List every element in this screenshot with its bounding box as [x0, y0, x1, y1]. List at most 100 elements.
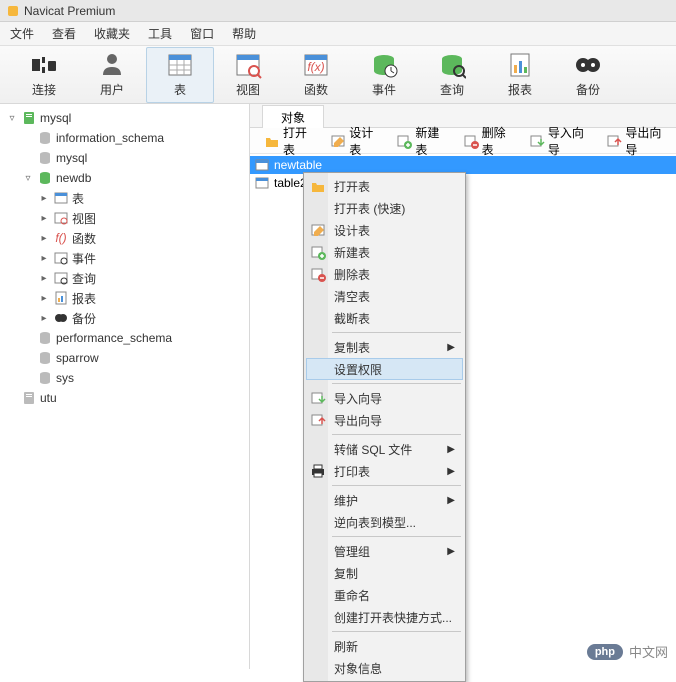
context-menu-item[interactable]: 重命名: [306, 584, 463, 606]
expand-toggle[interactable]: ▿: [22, 173, 34, 184]
toolbar-event-button[interactable]: 事件: [350, 47, 418, 103]
context-menu-item[interactable]: 导出向导: [306, 409, 463, 431]
toolbar-user-button[interactable]: 用户: [78, 47, 146, 103]
table-icon: [254, 157, 270, 173]
context-menu-item[interactable]: 创建打开表快捷方式...: [306, 606, 463, 628]
context-menu-item[interactable]: 打开表 (快速): [306, 197, 463, 219]
tree-node[interactable]: ▸f()函数: [0, 228, 249, 248]
toolbar-label: 表: [174, 81, 186, 98]
svg-text:f(x): f(x): [307, 60, 324, 74]
context-menu-item[interactable]: 清空表: [306, 285, 463, 307]
db-icon: [37, 370, 53, 386]
context-menu-item[interactable]: 新建表: [306, 241, 463, 263]
menu-item-label: 打开表 (快速): [334, 200, 405, 217]
menu-item[interactable]: 帮助: [232, 25, 256, 42]
toolbar-label: 备份: [576, 81, 600, 98]
toolbar-plug-button[interactable]: 连接: [10, 47, 78, 103]
new-icon: [396, 133, 412, 149]
fx-icon: f(x): [302, 51, 330, 79]
context-menu-item[interactable]: 设置权限: [306, 358, 463, 380]
context-menu-item[interactable]: 复制: [306, 562, 463, 584]
toolbar-view-button[interactable]: 视图: [214, 47, 282, 103]
menu-separator: [332, 383, 461, 384]
tree-node[interactable]: ▿newdb: [0, 168, 249, 188]
context-menu-item[interactable]: 导入向导: [306, 387, 463, 409]
menu-item-label: 刷新: [334, 638, 358, 655]
tree-label: 查询: [72, 270, 96, 287]
open-icon: [264, 133, 280, 149]
tree-label: 事件: [72, 250, 96, 267]
new-icon: [310, 244, 326, 260]
toolbar-label: 查询: [440, 81, 464, 98]
context-menu-item[interactable]: 打印表▶: [306, 460, 463, 482]
watermark-logo: php: [587, 644, 623, 660]
tree-node[interactable]: ▸ 事件: [0, 248, 249, 268]
menu-item[interactable]: 工具: [148, 25, 172, 42]
tree-node[interactable]: information_schema: [0, 128, 249, 148]
toolbar-label: 连接: [32, 81, 56, 98]
tree-node[interactable]: ▸ 查询: [0, 268, 249, 288]
context-menu-item[interactable]: 管理组▶: [306, 540, 463, 562]
tree-node[interactable]: ▸表: [0, 188, 249, 208]
tree-label: utu: [40, 391, 57, 405]
expand-toggle[interactable]: ▸: [38, 273, 50, 284]
menu-item[interactable]: 收藏夹: [94, 25, 130, 42]
context-menu-item[interactable]: 设计表: [306, 219, 463, 241]
server-off-icon: [21, 390, 37, 406]
toolbar-backup-button[interactable]: 备份: [554, 47, 622, 103]
toolbar-report-button[interactable]: 报表: [486, 47, 554, 103]
expand-toggle[interactable]: ▸: [38, 293, 50, 304]
query-icon: [438, 51, 466, 79]
expand-toggle[interactable]: ▿: [6, 113, 18, 124]
tree-node[interactable]: sys: [0, 368, 249, 388]
tree-node[interactable]: sparrow: [0, 348, 249, 368]
tree-node[interactable]: performance_schema: [0, 328, 249, 348]
tree-node[interactable]: mysql: [0, 148, 249, 168]
tree-label: 表: [72, 190, 84, 207]
tree-node[interactable]: utu: [0, 388, 249, 408]
menu-item-label: 管理组: [334, 543, 370, 560]
menu-item[interactable]: 文件: [10, 25, 34, 42]
tree-node[interactable]: ▸视图: [0, 208, 249, 228]
action-label: 设计表: [349, 124, 382, 158]
tree-label: 函数: [72, 230, 96, 247]
menu-item[interactable]: 查看: [52, 25, 76, 42]
expand-toggle[interactable]: ▸: [38, 313, 50, 324]
db-open-icon: [37, 170, 53, 186]
context-menu: 打开表打开表 (快速) 设计表新建表删除表清空表截断表复制表▶设置权限导入向导导出…: [303, 172, 466, 682]
tree-label: sys: [56, 371, 74, 385]
action-label: 导入向导: [548, 124, 593, 158]
context-menu-item[interactable]: 复制表▶: [306, 336, 463, 358]
db-icon: [37, 350, 53, 366]
toolbar-table-button[interactable]: 表: [146, 47, 214, 103]
toolbar-query-button[interactable]: 查询: [418, 47, 486, 103]
context-menu-item[interactable]: 打开表: [306, 175, 463, 197]
context-menu-item[interactable]: 逆向表到模型...: [306, 511, 463, 533]
toolbar-fx-button[interactable]: f(x)函数: [282, 47, 350, 103]
query-s-icon: [53, 270, 69, 286]
context-menu-item[interactable]: 对象信息: [306, 657, 463, 679]
context-menu-item[interactable]: 截断表: [306, 307, 463, 329]
tree-node[interactable]: ▿mysql: [0, 108, 249, 128]
context-menu-item[interactable]: 转储 SQL 文件▶: [306, 438, 463, 460]
menu-item-label: 复制: [334, 565, 358, 582]
db-icon: [37, 150, 53, 166]
action-label: 打开表: [283, 124, 316, 158]
context-menu-item[interactable]: 删除表: [306, 263, 463, 285]
delete-icon: [310, 266, 326, 282]
design-icon: [330, 133, 346, 149]
expand-toggle[interactable]: ▸: [38, 213, 50, 224]
expand-toggle[interactable]: ▸: [38, 233, 50, 244]
context-menu-item[interactable]: 维护▶: [306, 489, 463, 511]
expand-toggle[interactable]: ▸: [38, 193, 50, 204]
menu-item-label: 转储 SQL 文件: [334, 441, 412, 458]
tree-node[interactable]: ▸报表: [0, 288, 249, 308]
db-icon: [37, 330, 53, 346]
context-menu-item[interactable]: 刷新: [306, 635, 463, 657]
view-icon: [234, 51, 262, 79]
tree-node[interactable]: ▸备份: [0, 308, 249, 328]
expand-toggle[interactable]: ▸: [38, 253, 50, 264]
event-s-icon: [53, 250, 69, 266]
export-icon: [606, 133, 622, 149]
menu-item[interactable]: 窗口: [190, 25, 214, 42]
